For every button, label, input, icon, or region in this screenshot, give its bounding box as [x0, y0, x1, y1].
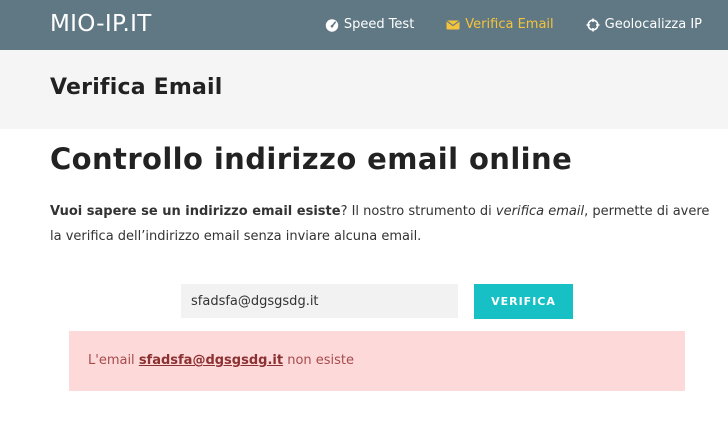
email-input[interactable] [181, 284, 458, 318]
nav-item-geolocalizza-ip[interactable]: Geolocalizza IP [586, 17, 702, 32]
intro-italic-text: verifica email [495, 204, 585, 219]
nav-item-label: Speed Test [343, 17, 415, 32]
alert-suffix: non esiste [283, 353, 355, 368]
nav-item-speed-test[interactable]: Speed Test [325, 17, 414, 32]
intro-text: ? Il nostro strumento di [340, 204, 496, 219]
nav-item-label: Verifica Email [465, 17, 554, 32]
verifica-button[interactable]: VERIFICA [474, 284, 573, 319]
envelope-icon [446, 18, 460, 32]
crosshairs-icon [586, 18, 600, 32]
intro-bold-text: Vuoi sapere se un indirizzo email esiste [50, 204, 341, 219]
page-title-band: Verifica Email [0, 50, 728, 129]
main-nav: Speed Test Verifica Email Geolocalizza I… [325, 17, 702, 32]
nav-item-label: Geolocalizza IP [604, 17, 702, 32]
page-title: Verifica Email [50, 75, 223, 100]
main-heading: Controllo indirizzo email online [50, 142, 573, 176]
nav-item-verifica-email[interactable]: Verifica Email [446, 17, 554, 32]
intro-paragraph: Vuoi sapere se un indirizzo email esiste… [50, 199, 710, 249]
speedometer-icon [325, 18, 339, 32]
error-alert: L'email sfadsfa@dgsgsdg.it non esiste [69, 331, 685, 391]
alert-prefix: L'email [88, 353, 139, 368]
top-navbar: MIO-IP.IT Speed Test Verifica Email Geol… [0, 0, 728, 50]
site-logo[interactable]: MIO-IP.IT [50, 11, 152, 37]
alert-email-link[interactable]: sfadsfa@dgsgsdg.it [139, 353, 283, 368]
